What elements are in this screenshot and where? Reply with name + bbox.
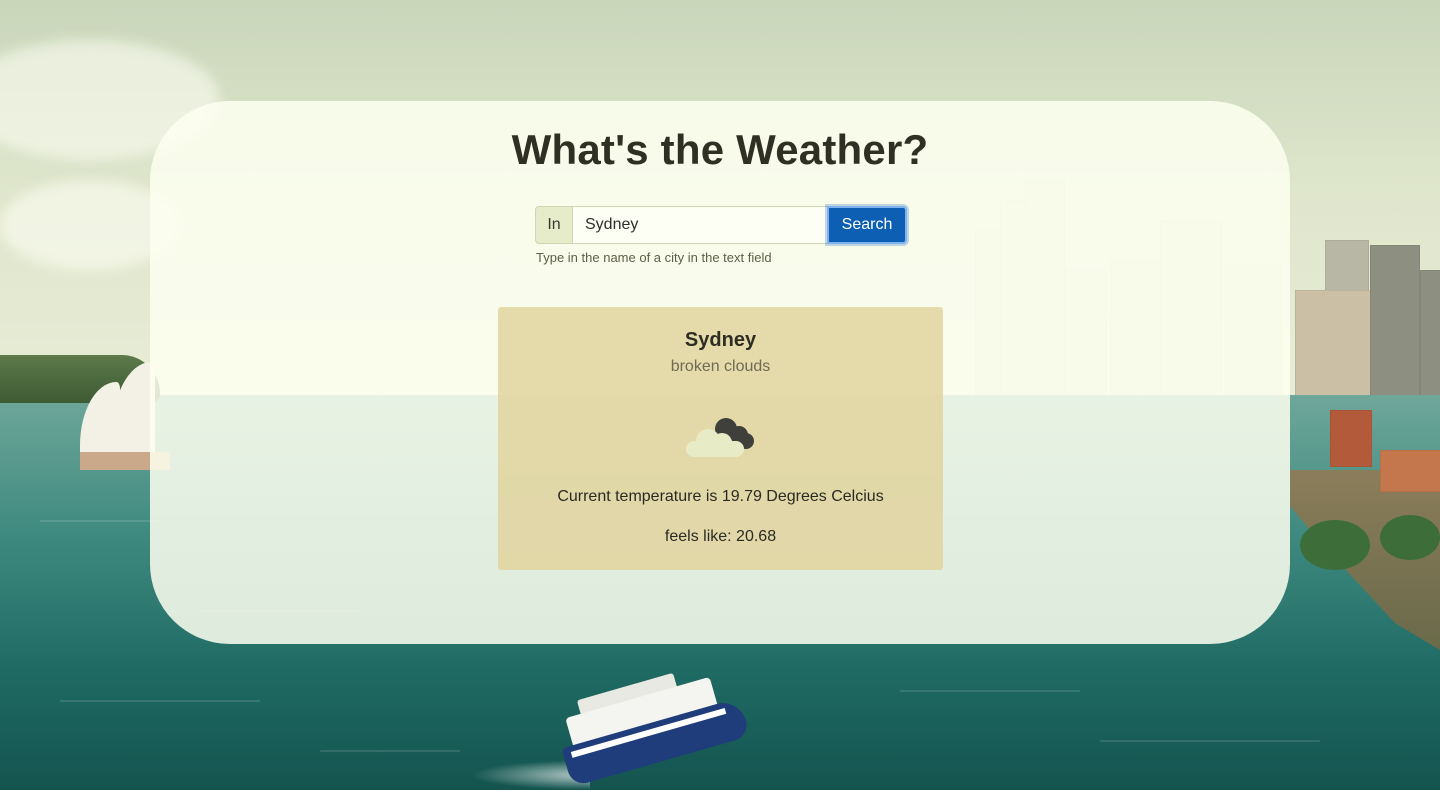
building: [1330, 410, 1372, 467]
wave: [40, 520, 160, 522]
broken-clouds-icon: [686, 418, 754, 457]
weather-result-card: Sydney broken clouds Current temperature…: [498, 307, 943, 570]
building: [1295, 290, 1372, 402]
wave: [320, 750, 460, 752]
current-temperature: Current temperature is 19.79 Degrees Cel…: [557, 488, 884, 505]
search-form: In Search: [535, 206, 907, 244]
wave: [1100, 740, 1320, 742]
wave: [900, 690, 1080, 692]
opera-shell: [110, 362, 155, 452]
trees: [1380, 515, 1440, 560]
search-help-text: Type in the name of a city in the text f…: [536, 250, 772, 265]
result-city-name: Sydney: [684, 329, 757, 351]
city-search-input[interactable]: [573, 206, 827, 244]
search-prefix-label: In: [535, 206, 573, 244]
search-button[interactable]: Search: [827, 206, 907, 244]
feels-like-temperature: feels like: 20.68: [664, 528, 777, 545]
building: [1370, 245, 1420, 402]
page-title: What's the Weather?: [511, 126, 929, 173]
trees: [1300, 520, 1370, 570]
wave: [60, 700, 260, 702]
weather-description: broken clouds: [670, 358, 771, 375]
building: [1420, 270, 1440, 402]
building: [1380, 450, 1440, 492]
